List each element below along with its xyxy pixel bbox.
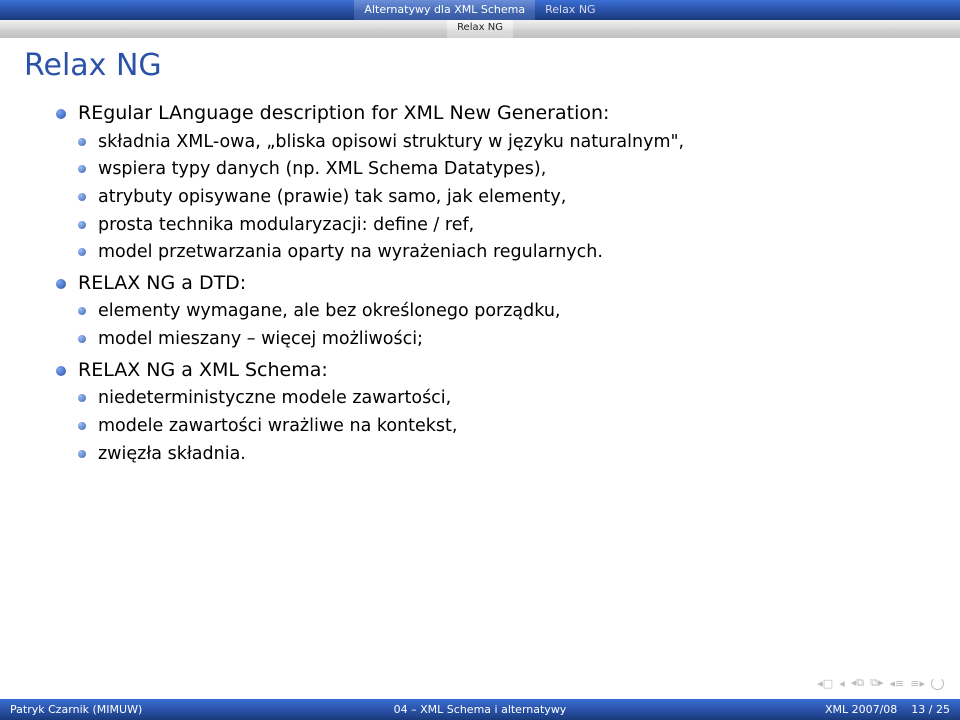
sub-bullet-item: wspiera typy danych (np. XML Schema Data… (78, 158, 920, 182)
slide-title: Relax NG (0, 38, 960, 101)
nav-first-icon[interactable]: ◂□ (817, 677, 833, 690)
nav-fwd-icon[interactable]: ≡▸ (910, 677, 925, 690)
bullet-text: REgular LAnguage description for XML New… (78, 102, 609, 124)
sub-spacer (0, 20, 447, 38)
sub-bullet-item: prosta technika modularyzacji: define / … (78, 214, 920, 238)
footer-page: XML 2007/08 13 / 25 (640, 699, 960, 720)
sub-bullet-item: składnia XML-owa, „bliska opisowi strukt… (78, 131, 920, 155)
bullet-item: RELAX NG a DTD: elementy wymagane, ale b… (56, 271, 920, 352)
sub-bullet-item: niedeterministyczne modele zawartości, (78, 387, 920, 411)
sub-bullet-item: elementy wymagane, ale bez określonego p… (78, 300, 920, 324)
nav-tab-secondary[interactable]: Relax NG (535, 0, 605, 20)
sub-bullet-item: model przetwarzania oparty na wyrażeniac… (78, 241, 920, 265)
slide-nav-controls: ◂□ ◂ ◂⧉ ⧉▸ ◂≡ ≡▸ (817, 676, 944, 690)
nav-tab-active[interactable]: Alternatywy dla XML Schema (354, 0, 535, 20)
bullet-text: RELAX NG a XML Schema: (78, 359, 328, 381)
sub-bullet-item: modele zawartości wrażliwe na kontekst, (78, 415, 920, 439)
bullet-item: REgular LAnguage description for XML New… (56, 101, 920, 265)
nav-spacer (0, 0, 354, 20)
footer-bar: Patryk Czarnik (MIMUW) 04 – XML Schema i… (0, 699, 960, 720)
nav-prev-icon[interactable]: ◂ (839, 677, 845, 690)
footer-author: Patryk Czarnik (MIMUW) (0, 699, 320, 720)
bullet-text: RELAX NG a DTD: (78, 272, 246, 294)
footer-course-label: XML 2007/08 (825, 703, 897, 716)
sub-bullet-item: model mieszany – więcej możliwości; (78, 328, 920, 352)
nav-prev-section-icon[interactable]: ◂⧉ (851, 676, 864, 690)
refresh-icon[interactable] (931, 677, 944, 690)
nav-spacer (606, 0, 960, 20)
sub-bullet-item: zwięzła składnia. (78, 443, 920, 467)
sub-spacer (513, 20, 960, 38)
sub-bullet-item: atrybuty opisywane (prawie) tak samo, ja… (78, 186, 920, 210)
nav-next-section-icon[interactable]: ⧉▸ (870, 676, 883, 690)
top-nav: Alternatywy dla XML Schema Relax NG (0, 0, 960, 20)
slide-content: REgular LAnguage description for XML New… (0, 101, 960, 466)
sub-nav-tab[interactable]: Relax NG (447, 20, 513, 38)
footer-title: 04 – XML Schema i alternatywy (320, 699, 640, 720)
footer-page-number: 13 / 25 (911, 703, 950, 716)
sub-nav: Relax NG (0, 20, 960, 38)
bullet-item: RELAX NG a XML Schema: niedeterministycz… (56, 358, 920, 467)
nav-back-icon[interactable]: ◂≡ (890, 677, 905, 690)
